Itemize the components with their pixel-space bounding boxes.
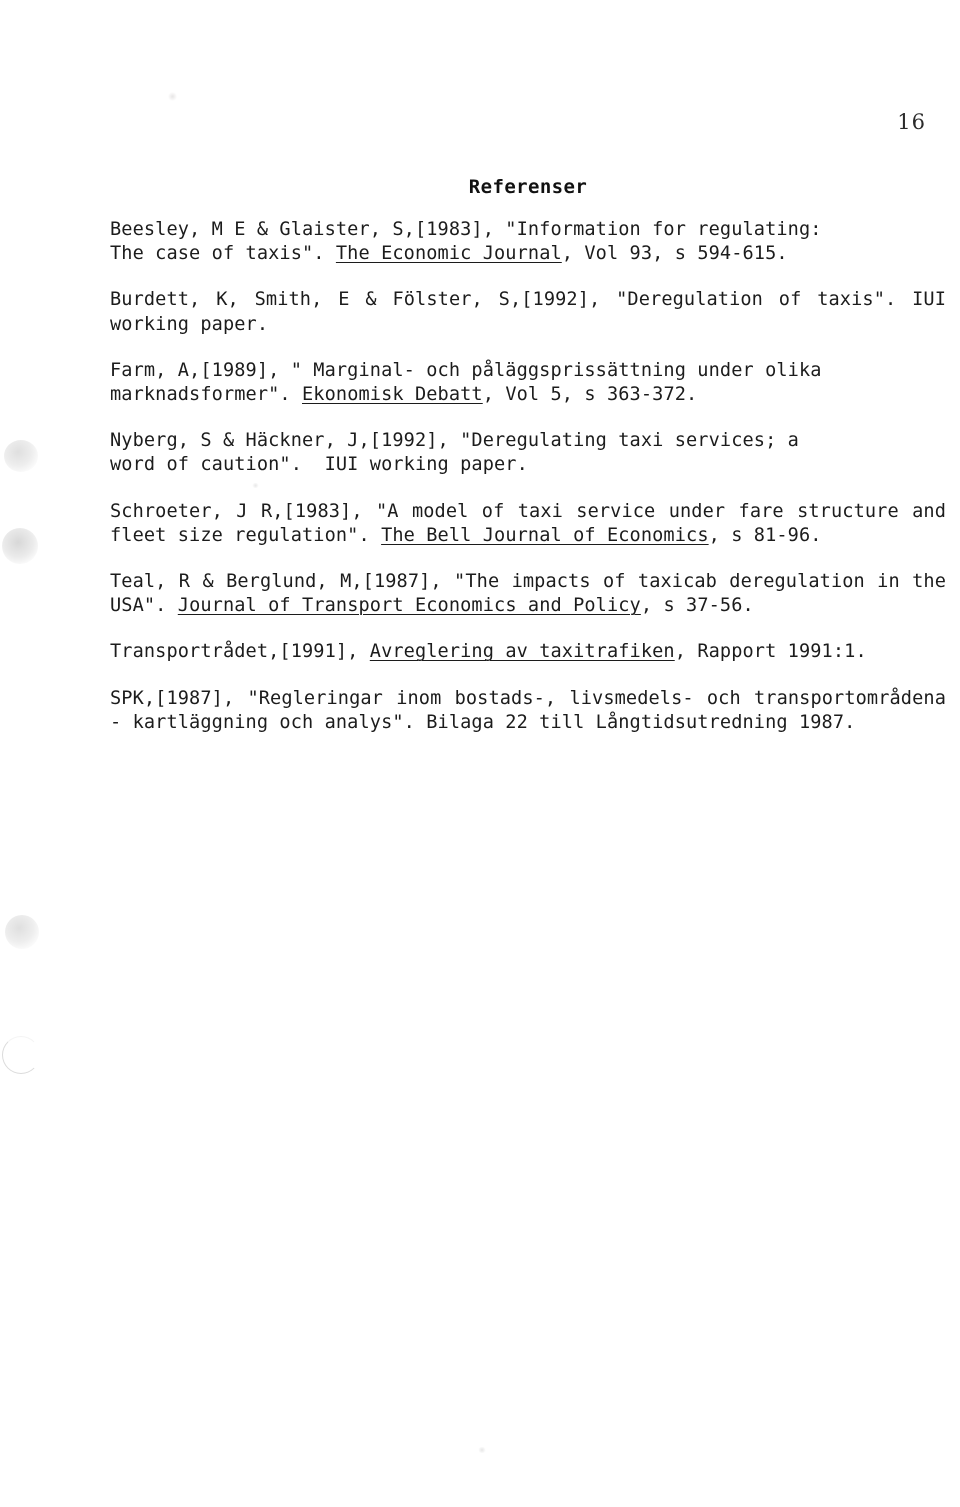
- journal-title: The Economic Journal: [335, 243, 562, 265]
- scan-ring-artifact: [2, 1036, 40, 1074]
- reference-text: Transportrådet,[1991],: [110, 641, 370, 663]
- reference-entry-nyberg: Nyberg, S & Häckner, J,[1992], "Deregula…: [110, 429, 946, 477]
- reference-text: Burdett, K, Smith, E & Fölster, S,[1992]…: [110, 289, 958, 335]
- scan-speck-artifact: [168, 92, 177, 101]
- reference-text: , s 81-96.: [708, 524, 822, 546]
- reference-text: , Rapport 1991:1.: [674, 641, 867, 663]
- scan-speck-artifact: [478, 1447, 486, 1453]
- journal-title: Avreglering av taxitrafiken: [369, 641, 675, 663]
- reference-entry-schroeter: Schroeter, J R,[1983], "A model of taxi …: [110, 500, 946, 548]
- scan-smudge-artifact: [4, 440, 38, 472]
- reference-entry-farm: Farm, A,[1989], " Marginal- och påläggsp…: [110, 359, 946, 407]
- reference-entry-teal: Teal, R & Berglund, M,[1987], "The impac…: [110, 570, 946, 618]
- journal-title: Journal of Transport Economics and Polic…: [177, 595, 641, 617]
- page-number: 16: [897, 110, 926, 134]
- journal-title: The Bell Journal of Economics: [381, 524, 709, 546]
- reference-entry-beesley: Beesley, M E & Glaister, S,[1983], "Info…: [110, 218, 946, 266]
- reference-text: , Vol 5, s 363-372.: [482, 384, 698, 406]
- reference-entry-burdett: Burdett, K, Smith, E & Fölster, S,[1992]…: [110, 288, 946, 336]
- scan-smudge-artifact: [5, 915, 39, 949]
- reference-text: SPK,[1987], "Regleringar inom bostads-, …: [110, 687, 958, 733]
- journal-title: Ekonomisk Debatt: [302, 384, 483, 406]
- reference-text: , Vol 93, s 594-615.: [561, 243, 788, 265]
- reference-text: , s 37-56.: [640, 595, 754, 617]
- section-heading: Referenser: [468, 176, 588, 198]
- reference-text: Nyberg, S & Häckner, J,[1992], "Deregula…: [110, 430, 799, 476]
- scanned-document-page: 16 Referenser Beesley, M E & Glaister, S…: [0, 0, 960, 1507]
- references-section: Referenser Beesley, M E & Glaister, S,[1…: [110, 176, 946, 735]
- reference-entry-spk: SPK,[1987], "Regleringar inom bostads-, …: [110, 687, 946, 735]
- scan-smudge-artifact: [2, 528, 38, 564]
- reference-entry-transportradet: Transportrådet,[1991], Avreglering av ta…: [110, 640, 946, 664]
- reference-list: Beesley, M E & Glaister, S,[1983], "Info…: [110, 218, 946, 735]
